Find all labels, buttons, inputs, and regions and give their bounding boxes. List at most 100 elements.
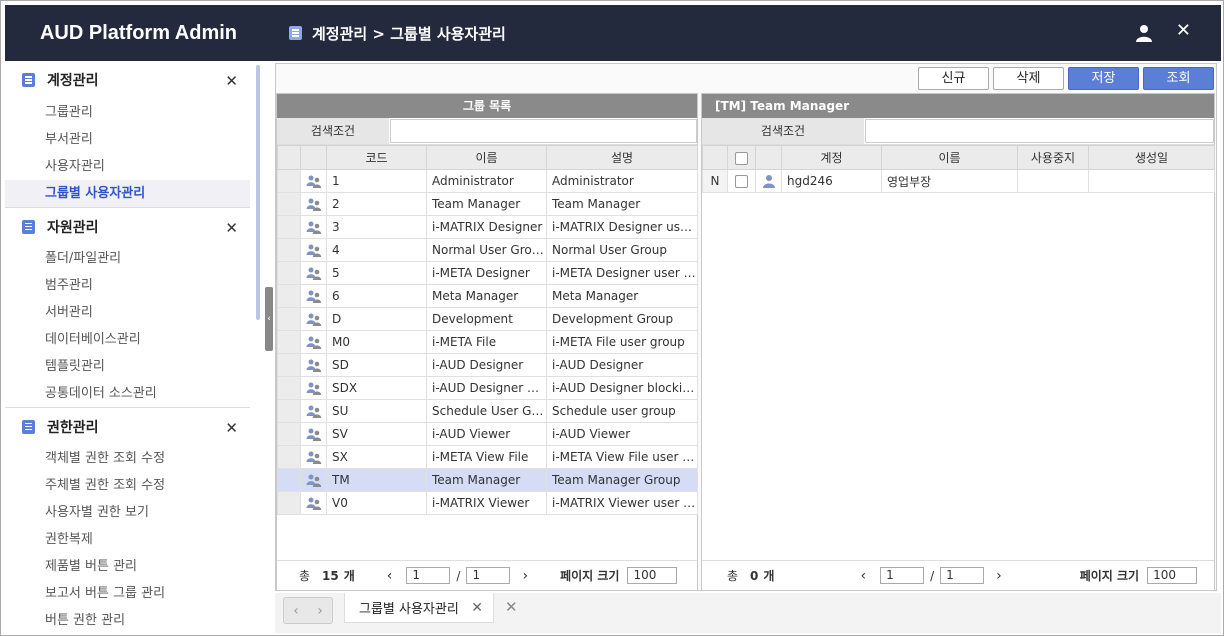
cell-name[interactable]: i-AUD Viewer: [426, 422, 547, 446]
sidebar-item[interactable]: 공통데이터 소스관리: [5, 380, 250, 407]
cell-name[interactable]: i-META File: [426, 330, 547, 354]
sidebar-item[interactable]: 권한복제: [5, 526, 250, 553]
table-row[interactable]: D Development Development Group: [277, 307, 698, 331]
table-row[interactable]: 6 Meta Manager Meta Manager: [277, 284, 698, 308]
close-all-tabs-icon[interactable]: ✕: [505, 598, 518, 616]
cell-code[interactable]: M0: [326, 330, 427, 354]
select-all-checkbox[interactable]: [735, 151, 748, 165]
search-button[interactable]: 조회: [1143, 67, 1214, 90]
cell-name[interactable]: Meta Manager: [426, 284, 547, 308]
cell-name[interactable]: i-AUD Designer blocking: [426, 376, 547, 400]
cell-name[interactable]: i-META View File: [426, 445, 547, 469]
cell-description[interactable]: i-AUD Designer blocking group: [546, 376, 698, 400]
prev-page-icon[interactable]: ‹: [387, 568, 393, 584]
cell-name[interactable]: i-AUD Designer: [426, 353, 547, 377]
page-input[interactable]: 1: [406, 567, 451, 584]
cell-account[interactable]: hgd246: [781, 169, 882, 193]
save-button[interactable]: 저장: [1068, 67, 1139, 90]
column-header-disabled[interactable]: 사용중지: [1017, 145, 1089, 170]
select-all-cell[interactable]: [727, 145, 756, 170]
cell-description[interactable]: i-META Designer user group: [546, 261, 698, 285]
cell-description[interactable]: Administrator: [546, 169, 698, 193]
cell-code[interactable]: 3: [326, 215, 427, 239]
cell-code[interactable]: 2: [326, 192, 427, 216]
cell-name[interactable]: Normal User Group: [426, 238, 547, 262]
table-row[interactable]: TM Team Manager Team Manager Group: [277, 468, 698, 492]
sidebar-item[interactable]: 사용자관리: [5, 153, 250, 180]
cell-description[interactable]: i-AUD Designer: [546, 353, 698, 377]
close-icon[interactable]: ✕: [225, 219, 238, 237]
chevron-left-icon[interactable]: ‹: [293, 603, 299, 619]
sidebar-section-header[interactable]: 계정관리 ✕: [5, 61, 250, 99]
cell-description[interactable]: Schedule user group: [546, 399, 698, 423]
column-header-account[interactable]: 계정: [781, 145, 882, 170]
cell-code[interactable]: D: [326, 307, 427, 331]
chevron-right-icon[interactable]: ›: [317, 603, 323, 619]
cell-description[interactable]: Normal User Group: [546, 238, 698, 262]
cell-name[interactable]: Administrator: [426, 169, 547, 193]
cell-name[interactable]: i-MATRIX Designer: [426, 215, 547, 239]
column-header-name[interactable]: 이름: [881, 145, 1018, 170]
cell-code[interactable]: 1: [326, 169, 427, 193]
sidebar-item[interactable]: 제품별 버튼 관리: [5, 553, 250, 580]
page-input[interactable]: 1: [880, 567, 925, 584]
table-row[interactable]: 2 Team Manager Team Manager: [277, 192, 698, 216]
sidebar-item[interactable]: 부서관리: [5, 126, 250, 153]
sidebar-item[interactable]: 폴더/파일관리: [5, 245, 250, 272]
cell-code[interactable]: TM: [326, 468, 427, 492]
cell-code[interactable]: SX: [326, 445, 427, 469]
group-search-input[interactable]: [390, 119, 697, 143]
cell-name[interactable]: Team Manager: [426, 192, 547, 216]
sidebar-item[interactable]: 객체별 권한 조회 수정: [5, 445, 250, 472]
table-row[interactable]: 1 Administrator Administrator: [277, 169, 698, 193]
user-search-input[interactable]: [865, 119, 1214, 143]
close-icon[interactable]: ✕: [225, 419, 238, 437]
cell-code[interactable]: SD: [326, 353, 427, 377]
cell-name[interactable]: Development: [426, 307, 547, 331]
sidebar-section-header[interactable]: 자원관리 ✕: [5, 207, 250, 245]
cell-description[interactable]: Development Group: [546, 307, 698, 331]
sidebar-item[interactable]: 템플릿관리: [5, 353, 250, 380]
cell-code[interactable]: SDX: [326, 376, 427, 400]
next-page-icon[interactable]: ›: [522, 568, 528, 584]
sidebar-collapse-handle[interactable]: ‹: [265, 287, 273, 351]
cell-description[interactable]: i-MATRIX Designer user group: [546, 215, 698, 239]
cell-code[interactable]: SU: [326, 399, 427, 423]
sidebar-item[interactable]: 사용자별 권한 보기: [5, 499, 250, 526]
next-page-icon[interactable]: ›: [996, 568, 1002, 584]
table-row[interactable]: V0 i-MATRIX Viewer i-MATRIX Viewer user gr…: [277, 491, 698, 515]
sidebar-item[interactable]: 버튼 권한 관리: [5, 607, 250, 633]
table-row[interactable]: SD i-AUD Designer i-AUD Designer: [277, 353, 698, 377]
table-row[interactable]: 5i-META Designeri-META Designer user gro…: [277, 261, 698, 285]
sidebar-item[interactable]: 데이터베이스관리: [5, 326, 250, 353]
tab-group-user-management[interactable]: 그룹별 사용자관리 ✕: [344, 593, 494, 623]
tab-scroll-buttons[interactable]: ‹ ›: [283, 597, 333, 624]
column-header-name[interactable]: 이름: [426, 145, 547, 170]
prev-page-icon[interactable]: ‹: [860, 568, 866, 584]
cell-name[interactable]: Team Manager: [426, 468, 547, 492]
close-icon[interactable]: ✕: [1176, 21, 1191, 41]
page-size-input[interactable]: 100: [627, 567, 678, 584]
cell-name[interactable]: i-META Designer: [426, 261, 547, 285]
cell-name[interactable]: i-MATRIX Viewer: [426, 491, 547, 515]
new-button[interactable]: 신규: [918, 67, 989, 90]
table-row[interactable]: Nhgd246 영업부장: [702, 169, 1215, 193]
page-size-input[interactable]: 100: [1147, 567, 1198, 584]
cell-description[interactable]: i-META View File user group: [546, 445, 698, 469]
column-header-created[interactable]: 생성일: [1088, 145, 1215, 170]
sidebar-item[interactable]: 서버관리: [5, 299, 250, 326]
row-checkbox-cell[interactable]: [727, 169, 756, 193]
sidebar-item[interactable]: 그룹관리: [5, 99, 250, 126]
table-row[interactable]: SV i-AUD Viewer i-AUD Viewer: [277, 422, 698, 446]
cell-description[interactable]: i-META File user group: [546, 330, 698, 354]
table-row[interactable]: SU Schedule User Group Schedule user group: [277, 399, 698, 423]
column-header-code[interactable]: 코드: [326, 145, 427, 170]
cell-code[interactable]: 6: [326, 284, 427, 308]
sidebar-item[interactable]: 범주관리: [5, 272, 250, 299]
cell-code[interactable]: 4: [326, 238, 427, 262]
close-icon[interactable]: ✕: [225, 72, 238, 90]
table-row[interactable]: SX i-META View File i-META View File user …: [277, 445, 698, 469]
cell-code[interactable]: 5: [326, 261, 427, 285]
table-row[interactable]: M0 i-META File i-META File user group: [277, 330, 698, 354]
table-row[interactable]: 3 i-MATRIX Designer i-MATRIX Designer user…: [277, 215, 698, 239]
